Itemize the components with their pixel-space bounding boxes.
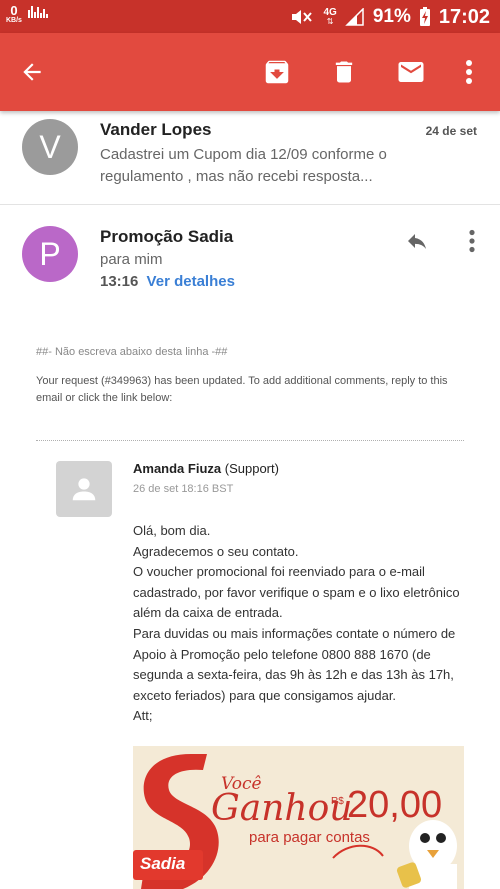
sender-name: Vander Lopes: [100, 120, 212, 139]
avatar: P: [22, 226, 78, 282]
promo-currency: R$: [331, 796, 344, 807]
signal-icon: [345, 8, 365, 26]
message-time: 13:16: [100, 273, 139, 290]
message-line: Para duvidas ou mais informações contate…: [133, 625, 456, 703]
message-snippet: Cadastrei um Cupom dia 12/09 conforme o …: [100, 146, 387, 185]
avatar: V: [22, 119, 78, 175]
back-button[interactable]: [13, 53, 51, 91]
network-speed: 0 KB/s: [6, 4, 22, 24]
message-line: Olá, bom dia.: [133, 523, 211, 538]
agent-avatar: [56, 461, 112, 517]
avatar-letter: V: [39, 128, 61, 165]
message-time-row: 13:16 Ver detalhes: [100, 273, 235, 290]
promo-banner[interactable]: Você Ganhou R$ 20,00 para pagar contas S…: [133, 746, 464, 889]
reply-button[interactable]: [400, 224, 434, 258]
reply-icon: [408, 234, 426, 249]
mark-unread-button[interactable]: [392, 53, 430, 91]
message-line: Agradecemos o seu contato.: [133, 543, 299, 559]
clock: 17:02: [438, 5, 490, 28]
more-vert-icon: [469, 229, 475, 253]
message-header: P Promoção Sadia para mim 13:16 Ver deta…: [0, 206, 500, 300]
divider: [36, 440, 464, 441]
promo-ganhou: Ganhou: [211, 788, 353, 829]
person-icon: [72, 478, 96, 501]
more-vert-icon: [466, 60, 472, 84]
mute-icon: [289, 7, 315, 27]
mail-icon: [398, 62, 424, 82]
data-arrows-icon: ⇅: [326, 17, 334, 26]
email-body: ##- Não escreva abaixo desta linha -## Y…: [36, 344, 464, 407]
agent-role: (Support): [224, 461, 279, 476]
activity-icon: [27, 4, 50, 25]
message-line: O voucher promocional foi reenviado para…: [133, 564, 460, 621]
message-more-button[interactable]: [459, 224, 485, 258]
promo-subtitle: para pagar contas: [249, 829, 370, 846]
message-line: Att;: [133, 708, 153, 724]
promo-brand: Sadia: [140, 854, 186, 873]
agent-line: Amanda Fiuza (Support): [133, 461, 279, 476]
recipient-label: para mim: [100, 251, 163, 268]
archive-button[interactable]: [258, 53, 296, 91]
status-bar: 0 KB/s 4G ⇅ 91% 17:02: [0, 0, 500, 33]
battery-charging-icon: [419, 7, 431, 27]
avatar-letter: P: [39, 235, 61, 272]
message-item-previous[interactable]: V Vander Lopes 24 de set Cadastrei um Cu…: [0, 111, 500, 205]
archive-icon: [265, 60, 289, 84]
app-bar: [0, 33, 500, 111]
sender-name: Promoção Sadia: [100, 227, 234, 246]
back-arrow-icon: [23, 63, 41, 81]
reply-line-note: ##- Não escreva abaixo desta linha -##: [36, 346, 228, 358]
promo-amount: 20,00: [347, 784, 443, 826]
request-updated-text: Your request (#349963) has been updated.…: [36, 375, 448, 404]
message-date: 24 de set: [425, 124, 477, 138]
delete-button[interactable]: [325, 53, 363, 91]
more-options-button[interactable]: [450, 53, 488, 91]
network-speed-value: 0: [10, 3, 18, 18]
network-type: 4G ⇅: [323, 8, 336, 26]
view-details-link[interactable]: Ver detalhes: [147, 273, 235, 290]
agent-date: 26 de set 18:16 BST: [133, 483, 234, 495]
agent-message: Olá, bom dia. Agradecemos o seu contato.…: [133, 521, 473, 727]
battery-percent: 91%: [372, 6, 411, 27]
agent-name: Amanda Fiuza: [133, 461, 222, 476]
network-speed-unit: KB/s: [6, 17, 22, 24]
trash-icon: [335, 61, 353, 83]
